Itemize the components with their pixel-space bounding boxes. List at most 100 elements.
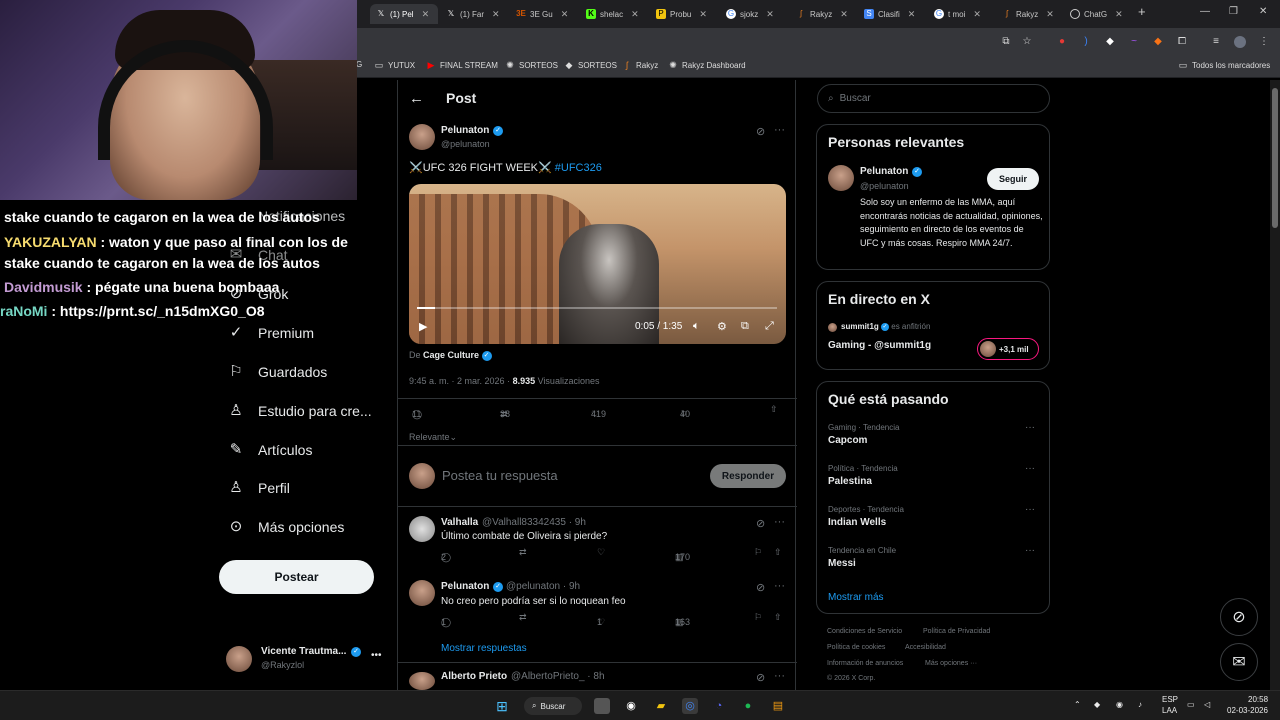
app-icon[interactable]: ▤ <box>770 698 786 714</box>
minimize-icon[interactable]: — <box>1200 6 1210 17</box>
nav-perfil[interactable]: ♙ Perfil <box>228 480 290 497</box>
record-extension-icon[interactable]: ● <box>1056 36 1068 48</box>
views-action[interactable]: ▥ 163 <box>675 617 690 628</box>
close-tab-icon[interactable]: ✕ <box>766 9 774 20</box>
tab-rakyz-2[interactable]: ʃ Rakyz ✕ <box>1002 4 1064 24</box>
video-player[interactable]: ▶ 0:05 / 1:35 🔈︎ ⚙ ⧉ ⤢ <box>409 184 786 344</box>
language-region[interactable]: LAA <box>1162 706 1177 715</box>
more-icon[interactable]: ··· <box>1025 504 1035 515</box>
footer-link[interactable]: Política de Privacidad <box>923 628 990 635</box>
language-indicator[interactable]: ESP <box>1162 695 1178 704</box>
grok-icon[interactable]: ⊘ <box>756 581 765 594</box>
more-icon[interactable]: ··· <box>1025 545 1035 556</box>
close-tab-icon[interactable]: ✕ <box>840 9 848 20</box>
postear-button[interactable]: Postear <box>219 560 374 594</box>
tab-google[interactable]: G t moi ✕ <box>934 4 994 24</box>
tab-rakyz[interactable]: ʃ Rakyz ✕ <box>796 4 858 24</box>
show-replies-link[interactable]: Mostrar respuestas <box>441 643 527 654</box>
reading-list-icon[interactable]: ≡ <box>1210 36 1222 48</box>
file-explorer-icon[interactable]: ▰ <box>653 698 669 714</box>
footer-link[interactable]: Más opciones ··· <box>925 660 977 667</box>
tray-app-icon[interactable]: ◆ <box>1094 700 1100 709</box>
close-tab-icon[interactable]: ✕ <box>631 9 639 20</box>
nav-premium[interactable]: ✓ Premium <box>228 325 314 342</box>
page-scrollbar[interactable] <box>1270 80 1280 690</box>
obs-icon[interactable]: ◉ <box>623 698 639 714</box>
close-window-icon[interactable]: ✕ <box>1259 6 1267 17</box>
tab-probu[interactable]: P Probu ✕ <box>656 4 716 24</box>
close-tab-icon[interactable]: ✕ <box>908 9 916 20</box>
network-icon[interactable]: ▭ <box>1187 700 1195 709</box>
diamond-extension-icon[interactable]: ◆ <box>1104 36 1116 48</box>
grok-icon[interactable]: ⊘ <box>756 671 765 684</box>
reply-action[interactable]: ◯ 11 <box>412 409 422 420</box>
like-action[interactable]: ♡ 1 <box>597 617 605 628</box>
more-icon[interactable]: ··· <box>774 670 785 682</box>
clock-time[interactable]: 20:58 <box>1248 695 1268 704</box>
browser-menu-icon[interactable]: ⋮ <box>1258 36 1270 48</box>
tab-sjokz[interactable]: G sjokz ✕ <box>726 4 786 24</box>
taskbar-search[interactable]: ⌕ Buscar <box>524 697 582 715</box>
extensions-puzzle-icon[interactable]: ⧠ <box>1176 36 1188 48</box>
nav-estudio[interactable]: ♙ Estudio para cre... <box>228 403 371 420</box>
more-icon[interactable]: ··· <box>774 580 785 592</box>
bookmark-action[interactable]: ⚐ 40 <box>680 409 690 420</box>
footer-link[interactable]: Información de anuncios <box>827 660 903 667</box>
nav-articulos[interactable]: ✎ Artículos <box>228 442 313 459</box>
reply-action[interactable]: ◯ 2 <box>441 552 451 563</box>
footer-link[interactable]: Política de cookies <box>827 644 885 651</box>
close-tab-icon[interactable]: ✕ <box>1046 9 1054 20</box>
responder-button[interactable]: Responder <box>710 464 786 488</box>
install-app-icon[interactable]: ⧉ <box>1000 36 1012 48</box>
close-tab-icon[interactable]: ✕ <box>492 9 500 20</box>
follow-button[interactable]: Seguir <box>987 168 1039 190</box>
wave-extension-icon[interactable]: ) <box>1080 36 1092 48</box>
repost-action[interactable]: ⇄ 38 <box>500 409 510 420</box>
grok-fab-icon[interactable]: ⊘ <box>1220 598 1258 636</box>
clock-date[interactable]: 02-03-2026 <box>1227 706 1268 715</box>
tray-app-icon[interactable]: ◉ <box>1116 700 1123 709</box>
avatar[interactable] <box>828 165 854 191</box>
bookmark-yutux[interactable]: ▭ YUTUX <box>374 60 415 70</box>
tab-3e[interactable]: 3E 3E Gu ✕ <box>516 4 578 24</box>
views-action[interactable]: ▥ 170 <box>675 552 690 563</box>
grok-icon[interactable]: ⊘ <box>756 125 765 138</box>
tab-x-post[interactable]: 𝕏 (1) Pel ✕ <box>370 4 438 24</box>
chrome-icon[interactable]: ◎ <box>682 698 698 714</box>
footer-link[interactable]: Condiciones de Servicio <box>827 628 902 635</box>
author-avatar[interactable] <box>409 124 435 150</box>
nav-mas-opciones[interactable]: ⊙ Más opciones <box>228 519 345 536</box>
reply-input[interactable]: Postea tu respuesta <box>442 468 558 483</box>
picture-in-picture-icon[interactable]: ⧉ <box>741 320 749 333</box>
more-icon[interactable]: ••• <box>371 650 382 661</box>
user-name[interactable]: Pelunaton <box>860 166 908 177</box>
fullscreen-icon[interactable]: ⤢ <box>765 320 774 333</box>
more-icon[interactable]: ··· <box>1025 422 1035 433</box>
sort-dropdown[interactable]: Relevante⌄ <box>409 432 457 443</box>
fox-extension-icon[interactable]: ◆ <box>1152 36 1164 48</box>
account-switcher[interactable]: Vicente Trautma... ✓ @Rakyzlol ••• <box>226 644 386 674</box>
footer-link[interactable]: Accesibilidad <box>905 644 946 651</box>
search-input[interactable]: ⌕ Buscar <box>817 84 1050 113</box>
tab-chatgpt[interactable]: ChatG ✕ <box>1070 4 1130 24</box>
reply-author[interactable]: Pelunaton <box>441 581 489 592</box>
live-stream-title[interactable]: Gaming - @summit1g <box>828 340 931 351</box>
author-name[interactable]: Pelunaton <box>441 125 489 136</box>
author-handle[interactable]: @pelunaton <box>441 139 490 149</box>
close-tab-icon[interactable]: ✕ <box>699 9 707 20</box>
messages-fab-icon[interactable]: ✉ <box>1220 643 1258 681</box>
close-tab-icon[interactable]: ✕ <box>561 9 569 20</box>
bookmark-star-icon[interactable]: ☆ <box>1021 36 1033 48</box>
live-listeners[interactable]: +3,1 mil <box>977 338 1039 360</box>
grok-icon[interactable]: ⊘ <box>756 517 765 530</box>
reply-action[interactable]: ◯ 1 <box>441 617 451 628</box>
volume-icon[interactable]: 🔈︎ <box>693 320 700 333</box>
video-progress-bar[interactable] <box>417 307 777 309</box>
restore-icon[interactable]: ❐ <box>1229 6 1238 17</box>
reply-author[interactable]: Valhalla <box>441 517 478 528</box>
settings-gear-icon[interactable]: ⚙ <box>717 320 727 333</box>
more-icon[interactable]: ··· <box>774 516 785 528</box>
bookmark-rakyz-dashboard[interactable]: ✺ Rakyz Dashboard <box>668 60 745 70</box>
twitch-extension-icon[interactable]: ~ <box>1128 36 1140 48</box>
spotify-icon[interactable]: ● <box>740 698 756 714</box>
